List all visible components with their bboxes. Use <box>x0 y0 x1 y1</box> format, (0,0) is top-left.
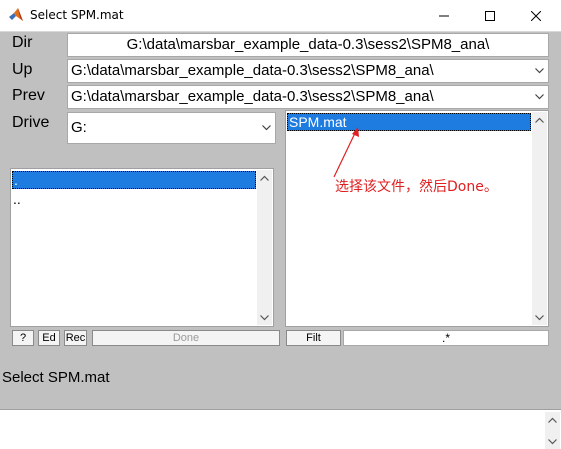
chevron-up-icon <box>548 417 557 423</box>
scroll-up-button[interactable] <box>532 112 547 127</box>
file-list-item[interactable]: SPM.mat <box>287 113 531 131</box>
output-scrollbar[interactable] <box>545 412 560 449</box>
up-dropdown[interactable]: G:\data\marsbar_example_data-0.3\sess2\S… <box>67 59 549 83</box>
done-button[interactable]: Done <box>92 330 280 346</box>
help-button[interactable]: ? <box>12 330 34 346</box>
maximize-button[interactable] <box>467 0 513 31</box>
chevron-down-icon <box>532 60 546 82</box>
close-button[interactable] <box>513 0 559 31</box>
directory-name: .. <box>13 191 21 207</box>
scroll-down-button[interactable] <box>532 310 547 325</box>
directory-name: . <box>14 172 18 188</box>
annotation-text: 选择该文件，然后Done。 <box>335 179 498 195</box>
chevron-down-icon <box>260 314 269 320</box>
up-label: Up <box>12 61 33 78</box>
scroll-up-button[interactable] <box>257 170 272 185</box>
filt-button[interactable]: Filt <box>286 330 341 346</box>
drive-dropdown[interactable]: G: <box>67 112 276 144</box>
file-list-scrollbar[interactable] <box>532 112 547 325</box>
prev-label: Prev <box>12 87 45 104</box>
dir-field[interactable]: G:\data\marsbar_example_data-0.3\sess2\S… <box>67 33 549 57</box>
directory-list-item[interactable]: . <box>12 171 256 189</box>
scroll-down-button[interactable] <box>545 434 560 449</box>
directory-list-scrollbar[interactable] <box>257 170 272 325</box>
dir-label: Dir <box>12 34 33 51</box>
directory-list-item[interactable]: .. <box>12 191 256 209</box>
scroll-down-button[interactable] <box>257 310 272 325</box>
chevron-down-icon <box>532 86 546 108</box>
filter-value: .* <box>441 331 450 345</box>
scroll-up-button[interactable] <box>545 412 560 427</box>
chevron-down-icon <box>535 314 544 320</box>
minimize-icon <box>439 15 449 16</box>
file-list[interactable]: SPM.mat <box>285 110 549 327</box>
filter-input[interactable]: .* <box>343 330 549 346</box>
annotation-arrow-icon <box>333 127 359 178</box>
chevron-up-icon <box>535 117 544 123</box>
edit-button[interactable]: Ed <box>38 330 60 346</box>
chevron-down-icon <box>548 438 557 444</box>
rec-button[interactable]: Rec <box>64 330 87 346</box>
title-bar[interactable]: Select SPM.mat <box>0 0 561 32</box>
matlab-logo-icon <box>9 8 23 21</box>
up-value: G:\data\marsbar_example_data-0.3\sess2\S… <box>71 62 434 79</box>
directory-list[interactable]: . .. <box>10 168 274 327</box>
window-title: Select SPM.mat <box>30 8 124 22</box>
minimize-button[interactable] <box>421 0 467 31</box>
maximize-icon <box>485 10 495 21</box>
drive-value: G: <box>71 119 87 136</box>
output-box[interactable] <box>0 409 561 449</box>
chevron-up-icon <box>260 175 269 181</box>
chevron-down-icon <box>259 113 273 143</box>
prev-dropdown[interactable]: G:\data\marsbar_example_data-0.3\sess2\S… <box>67 85 549 109</box>
dir-value: G:\data\marsbar_example_data-0.3\sess2\S… <box>126 36 490 53</box>
drive-label: Drive <box>12 114 50 131</box>
status-text: Select SPM.mat <box>2 369 110 386</box>
prev-value: G:\data\marsbar_example_data-0.3\sess2\S… <box>71 88 434 105</box>
close-icon <box>531 10 541 21</box>
